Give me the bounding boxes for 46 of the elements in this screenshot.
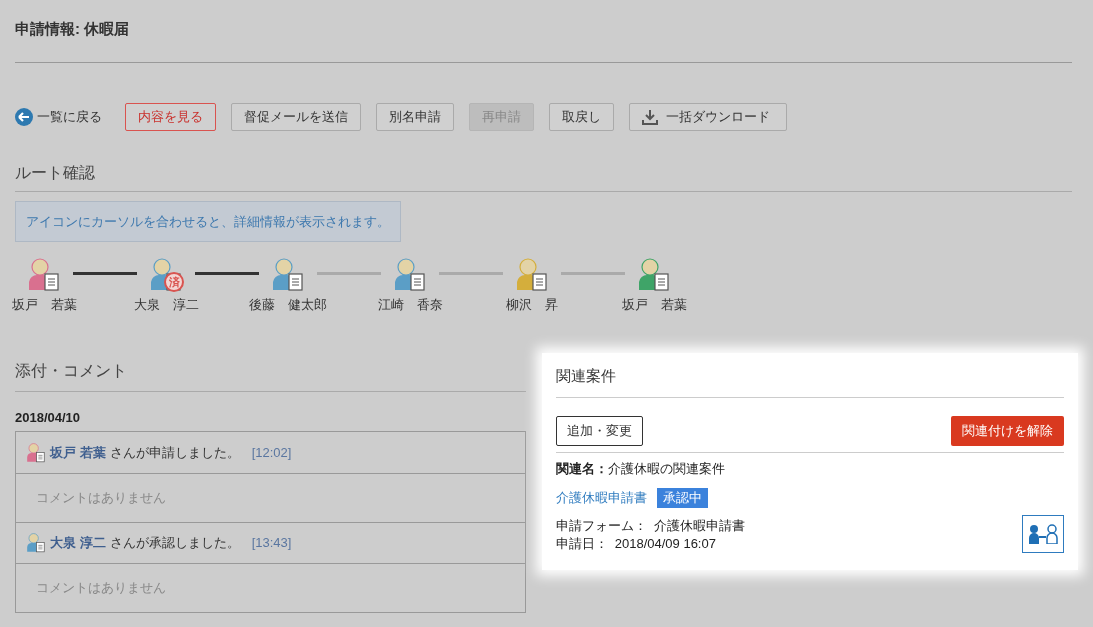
back-link-label: 一覧に戻る (37, 108, 102, 127)
action-button[interactable]: 別名申請 (376, 103, 454, 131)
approver-icon (637, 258, 671, 292)
section-heading: ルート確認 (15, 161, 1072, 192)
view-content-button[interactable]: 内容を見る (125, 103, 216, 131)
user-icon (26, 533, 46, 553)
comment-date: 2018/04/10 (15, 408, 82, 427)
comment-text: コメントはありません (16, 473, 525, 522)
approver-icon (27, 258, 61, 292)
approver-icon (271, 258, 305, 292)
comment-time: [12:02] (251, 443, 292, 462)
approver-name: 坂戸 若葉 (621, 296, 687, 314)
approver-name: 柳沢 昇 (506, 296, 558, 314)
back-arrow-icon (15, 108, 33, 126)
user-name: 大泉 淳二 (50, 534, 106, 553)
approver-name: 大泉 淳二 (133, 296, 199, 314)
approver-name: 後藤 健太郎 (249, 296, 327, 314)
action-button[interactable]: 督促メールを送信 (231, 103, 361, 131)
approved-stamp: 済 (164, 272, 184, 292)
document-link[interactable]: 介護休暇申請書 (555, 487, 647, 508)
form-info: 申請フォーム： 介護休暇申請書 (555, 516, 745, 535)
add-change-button[interactable]: 追加・変更 (555, 416, 643, 446)
action-button[interactable]: 取戻し (549, 103, 614, 131)
linked-users-icon (1028, 523, 1058, 544)
info-banner: アイコンにカーソルを合わせると、詳細情報が表示されます。 (15, 201, 401, 242)
user-name: 坂戸 若葉 (50, 443, 106, 462)
user-link-button[interactable] (1022, 514, 1064, 553)
comment-action: さんが申請しました。 (109, 443, 240, 462)
download-button[interactable]: 一括ダウンロード (629, 103, 787, 131)
date-info: 申請日： 2018/04/09 16:07 (555, 534, 717, 553)
approver-name: 坂戸 若葉 (11, 296, 77, 314)
status-badge: 承認中 (656, 487, 708, 508)
page-title: 申請情報: 休暇届 (15, 19, 131, 39)
unlink-button[interactable]: 関連付けを解除 (951, 416, 1064, 446)
approver-icon (393, 258, 427, 292)
section-heading: 添付・コメント (15, 358, 526, 392)
comment-text: コメントはありません (16, 563, 525, 612)
related-name: 関連名：介護休暇の関連案件 (555, 460, 726, 478)
approver-icon (515, 258, 549, 292)
approver-name: 江崎 香奈 (377, 296, 443, 314)
download-icon (642, 109, 658, 125)
back-link[interactable]: 一覧に戻る (15, 107, 102, 127)
comment-action: さんが承認しました。 (109, 534, 240, 553)
comment-time: [13:43] (251, 534, 292, 553)
section-heading: 関連案件 (555, 364, 1064, 398)
user-icon (26, 442, 46, 463)
